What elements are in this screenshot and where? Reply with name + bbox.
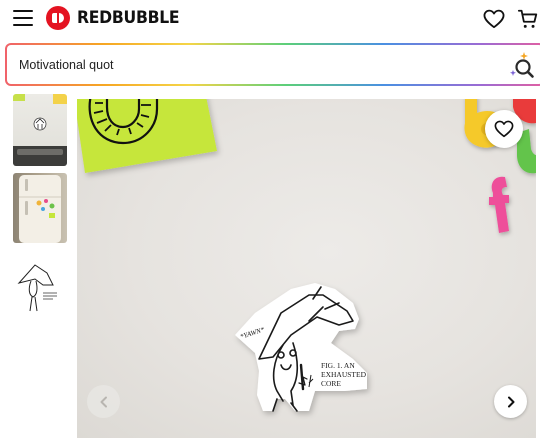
sticker-caption-line1: FIG. 1. AN: [321, 361, 355, 370]
sticker-caption-line3: CORE: [321, 379, 341, 388]
brand-name: REDBUBBLE: [77, 8, 180, 28]
chevron-left-icon: [100, 396, 107, 407]
heart-icon: [483, 9, 505, 29]
brand-logo[interactable]: REDBUBBLE: [46, 6, 188, 30]
next-image-button[interactable]: [494, 385, 527, 418]
add-to-wishlist-button[interactable]: [485, 110, 523, 148]
redbubble-logo-icon: [46, 6, 70, 30]
search-input[interactable]: [19, 45, 114, 84]
thumbnail-sticker-design[interactable]: [13, 251, 67, 323]
thumbnail-sticker-on-fridge[interactable]: [13, 173, 67, 243]
previous-image-button[interactable]: [87, 385, 120, 418]
cart-icon: [517, 9, 538, 28]
thumbnail-sticker-on-appliance[interactable]: [13, 94, 67, 166]
heart-icon: [494, 120, 514, 138]
sticky-note: [77, 99, 217, 173]
hamburger-menu-icon[interactable]: [13, 10, 33, 26]
search-bar: [5, 43, 540, 86]
cart-button[interactable]: [516, 7, 540, 31]
app-header: REDBUBBLE: [0, 0, 540, 40]
sticker-caption-line2: EXHAUSTED: [321, 370, 367, 379]
wishlist-button[interactable]: [482, 7, 506, 31]
sparkle-search-icon[interactable]: [509, 51, 535, 79]
exhausted-core-sticker: [235, 283, 367, 411]
main-product-image[interactable]: *YAWN* FIG. 1. AN EXHAUSTED CORE: [77, 99, 536, 438]
chevron-right-icon: [507, 396, 514, 407]
